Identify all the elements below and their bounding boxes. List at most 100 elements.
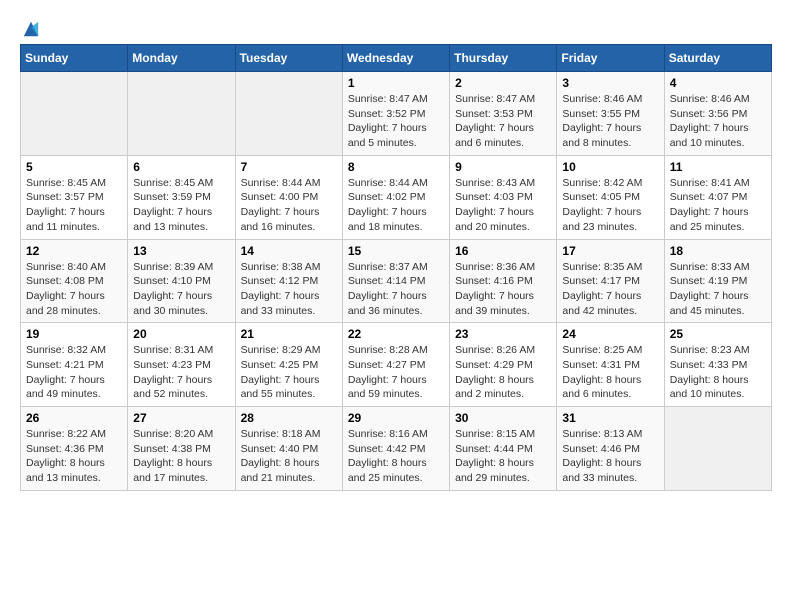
calendar-cell: 1Sunrise: 8:47 AM Sunset: 3:52 PM Daylig… (342, 72, 449, 156)
day-info: Sunrise: 8:42 AM Sunset: 4:05 PM Dayligh… (562, 176, 658, 235)
day-info: Sunrise: 8:46 AM Sunset: 3:56 PM Dayligh… (670, 92, 766, 151)
day-info: Sunrise: 8:13 AM Sunset: 4:46 PM Dayligh… (562, 427, 658, 486)
calendar-cell: 31 Sunrise: 8:13 AM Sunset: 4:46 PM Dayli… (557, 407, 664, 491)
page: SundayMondayTuesdayWednesdayThursdayFrid… (0, 0, 792, 501)
calendar-cell: 27 Sunrise: 8:20 AM Sunset: 4:38 PM Dayli… (128, 407, 235, 491)
weekday-header-row: SundayMondayTuesdayWednesdayThursdayFrid… (21, 45, 772, 72)
day-number: 19 (26, 327, 122, 341)
day-info: Sunrise: 8:23 AM Sunset: 4:33 PM Dayligh… (670, 343, 766, 402)
logo (20, 20, 40, 34)
calendar-cell: 21Sunrise: 8:29 AM Sunset: 4:25 PM Dayli… (235, 323, 342, 407)
day-info: Sunrise: 8:18 AM Sunset: 4:40 PM Dayligh… (241, 427, 337, 486)
day-number: 27 (133, 411, 229, 425)
day-number: 7 (241, 160, 337, 174)
day-number: 14 (241, 244, 337, 258)
day-number: 16 (455, 244, 551, 258)
weekday-header-monday: Monday (128, 45, 235, 72)
logo-icon (22, 20, 40, 38)
calendar-cell: 11 Sunrise: 8:41 AM Sunset: 4:07 PM Dayli… (664, 155, 771, 239)
calendar-cell: 9Sunrise: 8:43 AM Sunset: 4:03 PM Daylig… (450, 155, 557, 239)
day-number: 3 (562, 76, 658, 90)
calendar-cell: 18 Sunrise: 8:33 AM Sunset: 4:19 PM Dayli… (664, 239, 771, 323)
calendar-cell: 16 Sunrise: 8:36 AM Sunset: 4:16 PM Dayli… (450, 239, 557, 323)
day-info: Sunrise: 8:31 AM Sunset: 4:23 PM Dayligh… (133, 343, 229, 402)
calendar-cell: 25Sunrise: 8:23 AM Sunset: 4:33 PM Dayli… (664, 323, 771, 407)
day-number: 12 (26, 244, 122, 258)
calendar-cell: 10Sunrise: 8:42 AM Sunset: 4:05 PM Dayli… (557, 155, 664, 239)
calendar-cell (235, 72, 342, 156)
calendar-cell: 19 Sunrise: 8:32 AM Sunset: 4:21 PM Dayli… (21, 323, 128, 407)
day-number: 24 (562, 327, 658, 341)
week-row-2: 5 Sunrise: 8:45 AM Sunset: 3:57 PM Daylig… (21, 155, 772, 239)
calendar-cell: 20 Sunrise: 8:31 AM Sunset: 4:23 PM Dayli… (128, 323, 235, 407)
calendar-cell: 6 Sunrise: 8:45 AM Sunset: 3:59 PM Daylig… (128, 155, 235, 239)
day-number: 30 (455, 411, 551, 425)
day-info: Sunrise: 8:44 AM Sunset: 4:02 PM Dayligh… (348, 176, 444, 235)
calendar-cell: 13 Sunrise: 8:39 AM Sunset: 4:10 PM Dayli… (128, 239, 235, 323)
day-number: 26 (26, 411, 122, 425)
day-info: Sunrise: 8:38 AM Sunset: 4:12 PM Dayligh… (241, 260, 337, 319)
calendar-cell: 2 Sunrise: 8:47 AM Sunset: 3:53 PM Daylig… (450, 72, 557, 156)
weekday-header-sunday: Sunday (21, 45, 128, 72)
calendar-cell (664, 407, 771, 491)
day-number: 18 (670, 244, 766, 258)
calendar-cell: 3 Sunrise: 8:46 AM Sunset: 3:55 PM Daylig… (557, 72, 664, 156)
day-number: 29 (348, 411, 444, 425)
day-info: Sunrise: 8:39 AM Sunset: 4:10 PM Dayligh… (133, 260, 229, 319)
day-info: Sunrise: 8:37 AM Sunset: 4:14 PM Dayligh… (348, 260, 444, 319)
day-number: 8 (348, 160, 444, 174)
calendar: SundayMondayTuesdayWednesdayThursdayFrid… (20, 44, 772, 491)
calendar-cell: 30Sunrise: 8:15 AM Sunset: 4:44 PM Dayli… (450, 407, 557, 491)
day-number: 4 (670, 76, 766, 90)
day-number: 11 (670, 160, 766, 174)
day-number: 21 (241, 327, 337, 341)
day-info: Sunrise: 8:22 AM Sunset: 4:36 PM Dayligh… (26, 427, 122, 486)
day-number: 13 (133, 244, 229, 258)
weekday-header-saturday: Saturday (664, 45, 771, 72)
day-info: Sunrise: 8:20 AM Sunset: 4:38 PM Dayligh… (133, 427, 229, 486)
day-info: Sunrise: 8:45 AM Sunset: 3:59 PM Dayligh… (133, 176, 229, 235)
weekday-header-thursday: Thursday (450, 45, 557, 72)
day-number: 5 (26, 160, 122, 174)
header (20, 20, 772, 34)
calendar-cell: 12 Sunrise: 8:40 AM Sunset: 4:08 PM Dayli… (21, 239, 128, 323)
day-info: Sunrise: 8:32 AM Sunset: 4:21 PM Dayligh… (26, 343, 122, 402)
day-number: 20 (133, 327, 229, 341)
day-number: 31 (562, 411, 658, 425)
day-info: Sunrise: 8:46 AM Sunset: 3:55 PM Dayligh… (562, 92, 658, 151)
weekday-header-wednesday: Wednesday (342, 45, 449, 72)
week-row-1: 1Sunrise: 8:47 AM Sunset: 3:52 PM Daylig… (21, 72, 772, 156)
day-info: Sunrise: 8:45 AM Sunset: 3:57 PM Dayligh… (26, 176, 122, 235)
calendar-cell: 7 Sunrise: 8:44 AM Sunset: 4:00 PM Daylig… (235, 155, 342, 239)
weekday-header-tuesday: Tuesday (235, 45, 342, 72)
day-info: Sunrise: 8:43 AM Sunset: 4:03 PM Dayligh… (455, 176, 551, 235)
calendar-cell: 22Sunrise: 8:28 AM Sunset: 4:27 PM Dayli… (342, 323, 449, 407)
calendar-cell (21, 72, 128, 156)
calendar-cell: 24 Sunrise: 8:25 AM Sunset: 4:31 PM Dayli… (557, 323, 664, 407)
calendar-cell: 5 Sunrise: 8:45 AM Sunset: 3:57 PM Daylig… (21, 155, 128, 239)
day-info: Sunrise: 8:41 AM Sunset: 4:07 PM Dayligh… (670, 176, 766, 235)
day-info: Sunrise: 8:36 AM Sunset: 4:16 PM Dayligh… (455, 260, 551, 319)
day-info: Sunrise: 8:40 AM Sunset: 4:08 PM Dayligh… (26, 260, 122, 319)
day-number: 15 (348, 244, 444, 258)
calendar-cell: 15 Sunrise: 8:37 AM Sunset: 4:14 PM Dayli… (342, 239, 449, 323)
calendar-cell (128, 72, 235, 156)
day-info: Sunrise: 8:28 AM Sunset: 4:27 PM Dayligh… (348, 343, 444, 402)
week-row-4: 19 Sunrise: 8:32 AM Sunset: 4:21 PM Dayli… (21, 323, 772, 407)
day-number: 23 (455, 327, 551, 341)
week-row-3: 12 Sunrise: 8:40 AM Sunset: 4:08 PM Dayli… (21, 239, 772, 323)
day-number: 6 (133, 160, 229, 174)
calendar-cell: 29Sunrise: 8:16 AM Sunset: 4:42 PM Dayli… (342, 407, 449, 491)
calendar-cell: 23Sunrise: 8:26 AM Sunset: 4:29 PM Dayli… (450, 323, 557, 407)
day-number: 28 (241, 411, 337, 425)
day-info: Sunrise: 8:25 AM Sunset: 4:31 PM Dayligh… (562, 343, 658, 402)
day-info: Sunrise: 8:47 AM Sunset: 3:52 PM Dayligh… (348, 92, 444, 151)
day-info: Sunrise: 8:44 AM Sunset: 4:00 PM Dayligh… (241, 176, 337, 235)
day-number: 2 (455, 76, 551, 90)
day-info: Sunrise: 8:47 AM Sunset: 3:53 PM Dayligh… (455, 92, 551, 151)
calendar-cell: 26 Sunrise: 8:22 AM Sunset: 4:36 PM Dayli… (21, 407, 128, 491)
calendar-cell: 4 Sunrise: 8:46 AM Sunset: 3:56 PM Daylig… (664, 72, 771, 156)
weekday-header-friday: Friday (557, 45, 664, 72)
day-number: 17 (562, 244, 658, 258)
day-info: Sunrise: 8:33 AM Sunset: 4:19 PM Dayligh… (670, 260, 766, 319)
